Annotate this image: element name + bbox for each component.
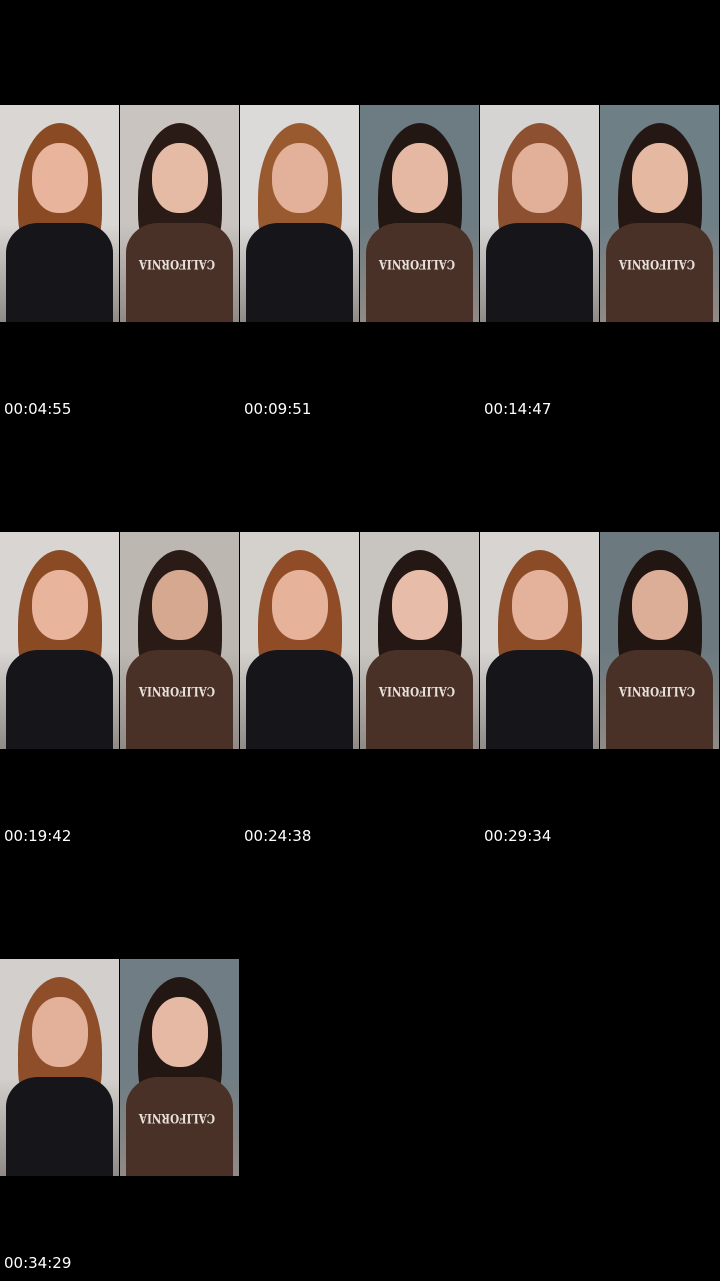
face-shape bbox=[32, 143, 88, 213]
shirt-shape bbox=[366, 650, 473, 749]
video-thumbnail bbox=[240, 532, 359, 749]
timestamp-label: 00:19:42 bbox=[4, 827, 72, 845]
video-thumbnail: CALIFORNIA bbox=[360, 105, 479, 322]
face-shape bbox=[152, 997, 208, 1067]
shirt-shape bbox=[486, 650, 593, 749]
video-thumbnail bbox=[240, 105, 359, 322]
face-shape bbox=[512, 570, 568, 640]
shirt-shape bbox=[246, 650, 353, 749]
shirt-shape bbox=[6, 650, 113, 749]
video-thumbnail: CALIFORNIA bbox=[600, 532, 719, 749]
video-thumbnail bbox=[480, 532, 599, 749]
shirt-shape bbox=[126, 1077, 233, 1176]
video-thumbnail: CALIFORNIA bbox=[120, 959, 239, 1176]
video-thumbnail bbox=[0, 105, 119, 322]
video-thumbnail: CALIFORNIA bbox=[120, 105, 239, 322]
face-shape bbox=[632, 570, 688, 640]
shirt-shape bbox=[486, 223, 593, 322]
face-shape bbox=[32, 570, 88, 640]
timestamp-label: 00:29:34 bbox=[484, 827, 552, 845]
timestamp-label: 00:24:38 bbox=[244, 827, 312, 845]
video-thumbnail bbox=[0, 959, 119, 1176]
face-shape bbox=[152, 570, 208, 640]
face-shape bbox=[392, 570, 448, 640]
shirt-print-text: CALIFORNIA bbox=[138, 1110, 215, 1125]
shirt-shape bbox=[126, 223, 233, 322]
shirt-shape bbox=[606, 650, 713, 749]
video-thumbnail bbox=[0, 532, 119, 749]
shirt-shape bbox=[6, 1077, 113, 1176]
video-thumbnail: CALIFORNIA bbox=[120, 532, 239, 749]
shirt-shape bbox=[606, 223, 713, 322]
face-shape bbox=[32, 997, 88, 1067]
timestamp-label: 00:04:55 bbox=[4, 400, 72, 418]
shirt-print-text: CALIFORNIA bbox=[618, 683, 695, 698]
face-shape bbox=[392, 143, 448, 213]
timestamp-label: 00:34:29 bbox=[4, 1254, 72, 1272]
shirt-shape bbox=[246, 223, 353, 322]
shirt-print-text: CALIFORNIA bbox=[378, 256, 455, 271]
shirt-shape bbox=[366, 223, 473, 322]
shirt-shape bbox=[126, 650, 233, 749]
video-thumbnail bbox=[480, 105, 599, 322]
face-shape bbox=[272, 143, 328, 213]
timestamp-label: 00:14:47 bbox=[484, 400, 552, 418]
face-shape bbox=[632, 143, 688, 213]
video-thumbnail: CALIFORNIA bbox=[360, 532, 479, 749]
shirt-print-text: CALIFORNIA bbox=[138, 683, 215, 698]
shirt-shape bbox=[6, 223, 113, 322]
video-thumbnail: CALIFORNIA bbox=[600, 105, 719, 322]
face-shape bbox=[152, 143, 208, 213]
face-shape bbox=[272, 570, 328, 640]
shirt-print-text: CALIFORNIA bbox=[138, 256, 215, 271]
face-shape bbox=[512, 143, 568, 213]
shirt-print-text: CALIFORNIA bbox=[378, 683, 455, 698]
shirt-print-text: CALIFORNIA bbox=[618, 256, 695, 271]
timestamp-label: 00:09:51 bbox=[244, 400, 312, 418]
